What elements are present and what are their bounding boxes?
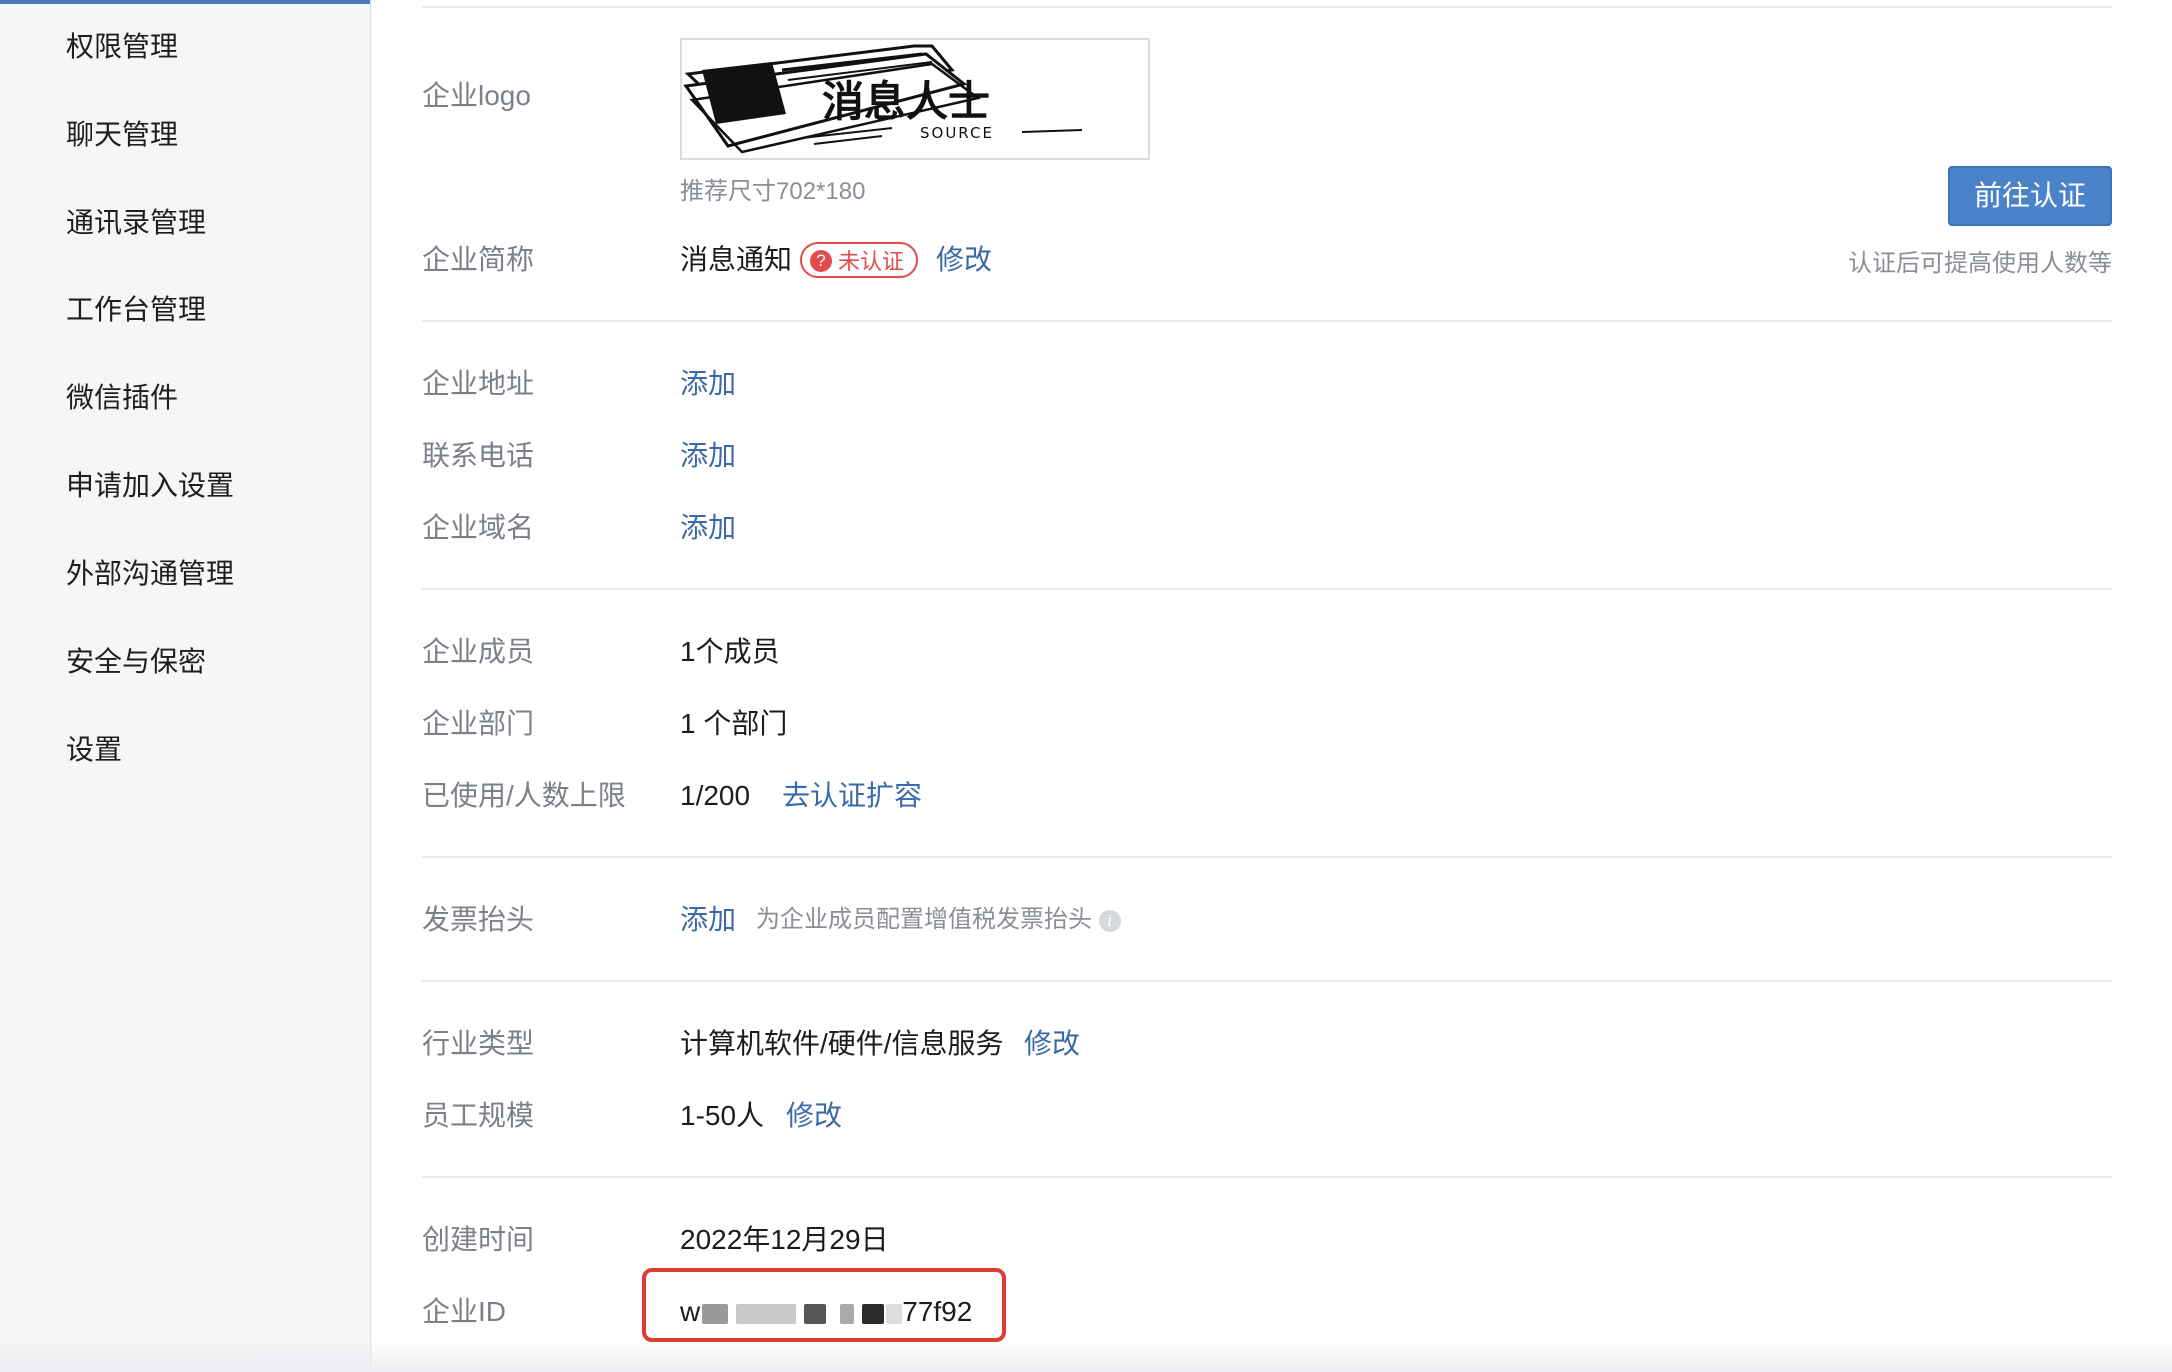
sidebar-item-permissions[interactable]: 权限管理 [66,22,178,72]
phone-label: 联系电话 [422,440,535,471]
divider [422,320,2112,322]
corp-id-label: 企业ID [422,1296,507,1327]
divider [422,1176,2112,1178]
sidebar-item-contacts[interactable]: 通讯录管理 [66,198,206,248]
short-name-label: 企业简称 [422,244,535,275]
logo-size-hint: 推荐尺寸702*180 [680,178,866,205]
invoice-label: 发票抬头 [422,904,535,935]
divider [422,6,2112,8]
members-value: 1个成员 [680,636,780,667]
sidebar-item-external-comm[interactable]: 外部沟通管理 [66,549,234,599]
short-name-value: 消息通知 [680,244,793,275]
sidebar-item-wechat-plugin[interactable]: 微信插件 [66,373,178,423]
main-content [372,0,2172,1372]
departments-label: 企业部门 [422,708,535,739]
sidebar-item-join-settings[interactable]: 申请加入设置 [66,461,234,511]
company-logo[interactable]: 消息人士 SOURCE [680,38,1150,160]
go-verify-button[interactable]: 前往认证 [1948,166,2112,226]
logo-brand-sub: SOURCE [920,124,994,142]
industry-value: 计算机软件/硬件/信息服务 [680,1028,1004,1059]
info-icon[interactable]: i [1098,909,1121,932]
question-icon: ? [810,250,832,273]
badge-text: 未认证 [838,249,905,274]
add-domain-link[interactable]: 添加 [680,508,736,548]
bottom-fade [0,1340,2172,1372]
scale-value: 1-50人 [680,1100,765,1131]
created-label: 创建时间 [422,1224,535,1255]
divider [422,856,2112,858]
logo-brand-text: 消息人士 [822,77,990,126]
created-value: 2022年12月29日 [680,1224,889,1255]
departments-value: 1 个部门 [680,708,788,739]
member-limit-value: 1/200 [680,780,751,811]
logo-label: 企业logo [422,80,531,111]
members-label: 企业成员 [422,636,535,667]
verify-note: 认证后可提高使用人数等 [1848,250,2112,277]
divider [422,588,2112,590]
edit-scale-link[interactable]: 修改 [786,1096,842,1136]
newspaper-logo-icon: 消息人士 SOURCE [683,44,1083,154]
sidebar-item-chat[interactable]: 聊天管理 [66,110,178,160]
scale-label: 员工规模 [422,1100,535,1131]
invoice-hint-text: 为企业成员配置增值税发票抬头 [756,906,1092,933]
edit-short-name-link[interactable]: 修改 [936,240,992,280]
add-invoice-link[interactable]: 添加 [680,900,736,940]
add-phone-link[interactable]: 添加 [680,436,736,476]
unverified-badge: ? 未认证 [800,242,919,278]
sidebar-item-security[interactable]: 安全与保密 [66,637,206,687]
domain-label: 企业域名 [422,512,535,543]
add-address-link[interactable]: 添加 [680,364,736,404]
sidebar-item-settings[interactable]: 设置 [66,725,122,775]
highlight-annotation-box [642,1268,1006,1342]
verify-expand-link[interactable]: 去认证扩容 [782,776,922,816]
member-limit-label: 已使用/人数上限 [422,780,626,811]
sidebar-active-indicator [0,0,370,4]
address-label: 企业地址 [422,368,535,399]
invoice-hint: 为企业成员配置增值税发票抬头 i [756,900,1121,940]
sidebar-item-workbench[interactable]: 工作台管理 [66,285,206,335]
edit-industry-link[interactable]: 修改 [1024,1024,1080,1064]
sidebar: 权限管理 聊天管理 通讯录管理 工作台管理 微信插件 申请加入设置 外部沟通管理… [0,0,371,1372]
divider [422,980,2112,982]
industry-label: 行业类型 [422,1028,535,1059]
